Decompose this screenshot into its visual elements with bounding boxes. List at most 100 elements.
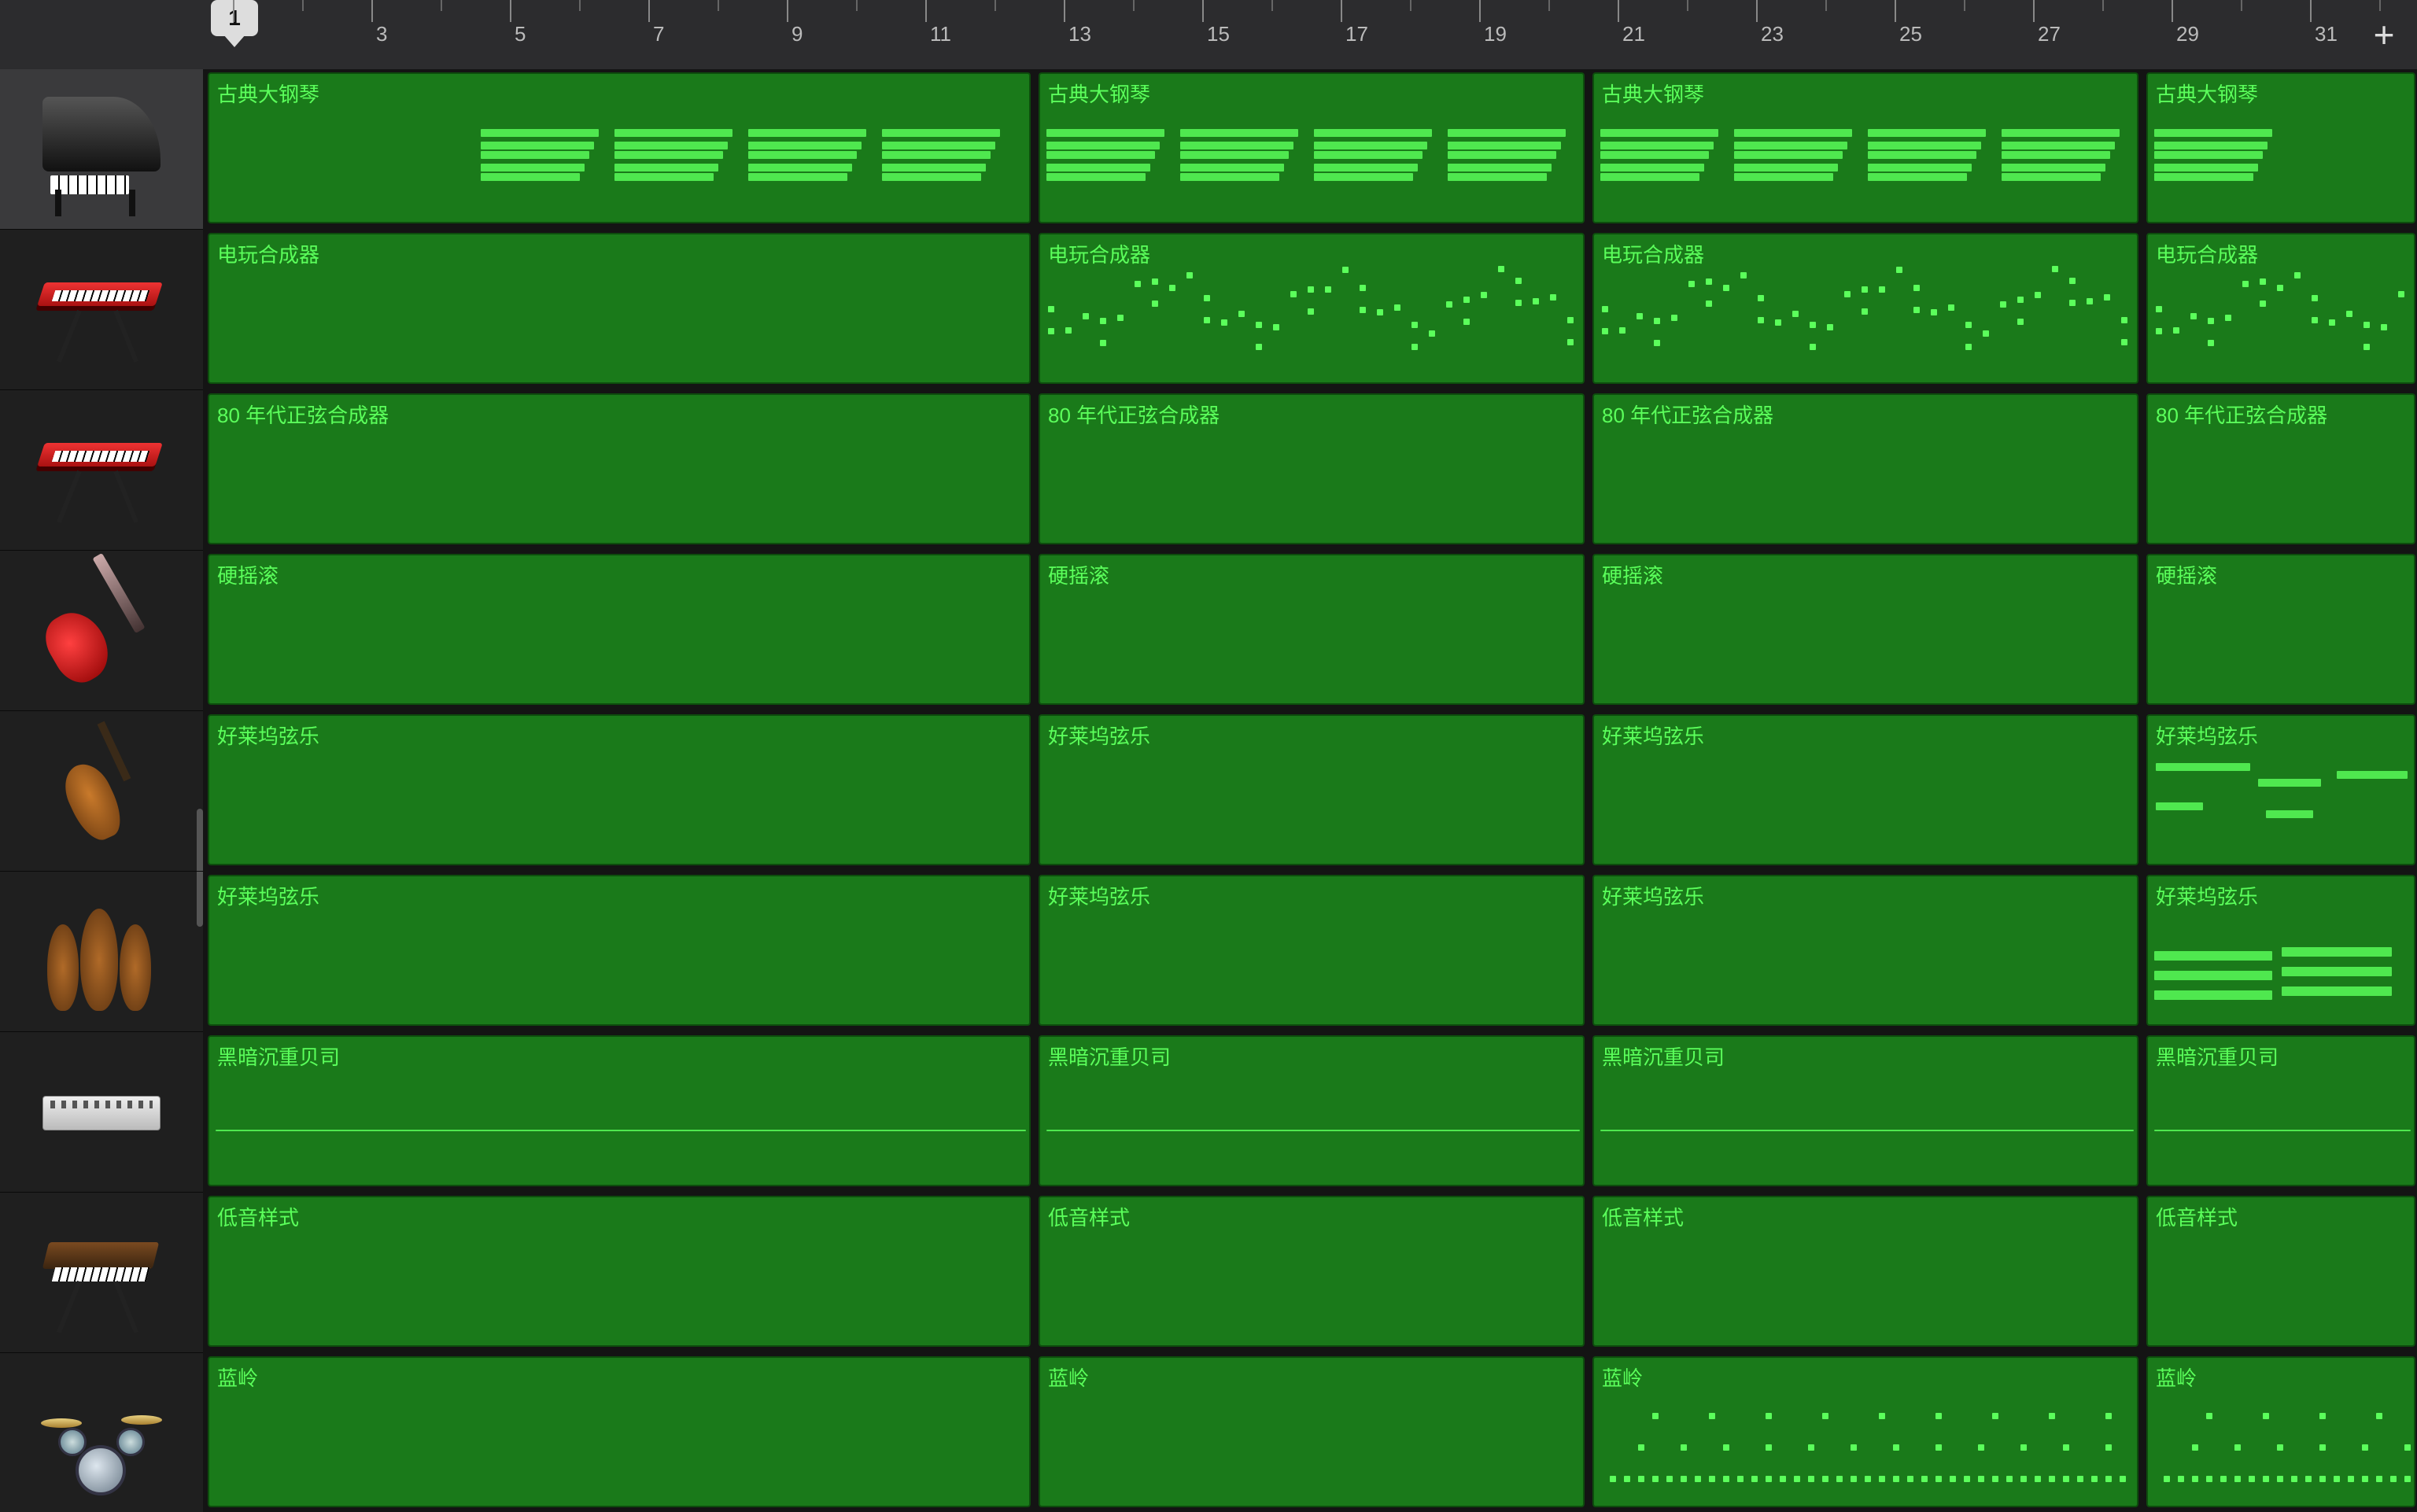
region-title: 好莱坞弦乐 — [1602, 721, 1704, 750]
region-title: 黑暗沉重贝司 — [1602, 1042, 1725, 1071]
region-title: 好莱坞弦乐 — [1048, 721, 1150, 750]
region-title: 低音样式 — [1602, 1202, 1684, 1231]
midi-region[interactable]: 硬摇滚 — [208, 554, 1031, 705]
ruler-bar-number: 25 — [1899, 22, 1922, 46]
region-title: 80 年代正弦合成器 — [1602, 400, 1773, 429]
midi-region[interactable]: 好莱坞弦乐 — [2146, 714, 2415, 865]
region-title: 黑暗沉重贝司 — [217, 1042, 340, 1071]
midi-region[interactable]: 蓝岭 — [1039, 1356, 1585, 1507]
midi-region[interactable]: 古典大钢琴 — [2146, 72, 2415, 223]
track-header[interactable] — [0, 711, 203, 872]
midi-region[interactable]: 蓝岭 — [2146, 1356, 2415, 1507]
midi-region[interactable]: 80 年代正弦合成器 — [208, 393, 1031, 544]
violin-icon — [35, 725, 168, 858]
region-title: 古典大钢琴 — [217, 79, 319, 108]
midi-region[interactable]: 80 年代正弦合成器 — [2146, 393, 2415, 544]
midi-region[interactable]: 好莱坞弦乐 — [1039, 875, 1585, 1026]
track-header[interactable] — [0, 1353, 203, 1512]
synth-module-icon — [35, 1045, 168, 1179]
midi-region[interactable]: 黑暗沉重贝司 — [1592, 1035, 2138, 1186]
track-header[interactable] — [0, 1032, 203, 1193]
region-title: 蓝岭 — [1048, 1363, 1089, 1392]
ruler-bar-number: 21 — [1622, 22, 1645, 46]
ruler-bar-number: 9 — [792, 22, 803, 46]
midi-region[interactable]: 好莱坞弦乐 — [1592, 875, 2138, 1026]
midi-region[interactable]: 低音样式 — [1039, 1196, 1585, 1347]
midi-region[interactable]: 低音样式 — [1592, 1196, 2138, 1347]
track-lane[interactable]: 硬摇滚硬摇滚硬摇滚硬摇滚 — [203, 551, 2417, 708]
region-title: 好莱坞弦乐 — [2156, 721, 2258, 750]
ruler-bar-number: 11 — [930, 22, 951, 46]
track-header[interactable] — [0, 230, 203, 390]
track-header[interactable] — [0, 551, 203, 711]
ruler-bar-number: 15 — [1207, 22, 1230, 46]
track-lane[interactable]: 80 年代正弦合成器 80 年代正弦合成器 80 年代正弦合成器 80 年代正弦合成器 — [203, 390, 2417, 548]
midi-region[interactable]: 好莱坞弦乐 — [1592, 714, 2138, 865]
midi-region[interactable]: 低音样式 — [2146, 1196, 2415, 1347]
track-lane[interactable]: 好莱坞弦乐 好莱坞弦乐 好莱坞弦乐 好莱坞弦乐 — [203, 711, 2417, 868]
region-title: 80 年代正弦合成器 — [217, 400, 389, 429]
region-title: 硬摇滚 — [217, 560, 279, 589]
plus-icon: + — [2374, 14, 2395, 55]
track-lane[interactable]: 古典大钢琴古典大钢琴古典大钢琴古典大钢琴 — [203, 69, 2417, 227]
track-header[interactable] — [0, 872, 203, 1032]
midi-region[interactable]: 好莱坞弦乐 — [208, 875, 1031, 1026]
region-title: 好莱坞弦乐 — [217, 721, 319, 750]
midi-region[interactable]: 硬摇滚 — [2146, 554, 2415, 705]
region-title: 黑暗沉重贝司 — [1048, 1042, 1171, 1071]
region-title: 好莱坞弦乐 — [1048, 881, 1150, 910]
midi-region[interactable]: 80 年代正弦合成器 — [1592, 393, 2138, 544]
region-title: 蓝岭 — [2156, 1363, 2197, 1392]
ruler-bar-number: 19 — [1484, 22, 1507, 46]
region-title: 蓝岭 — [217, 1363, 258, 1392]
midi-region[interactable]: 蓝岭 — [1592, 1356, 2138, 1507]
track-lane[interactable]: 电玩合成器电玩合成器电玩合成器电玩合成器 — [203, 230, 2417, 387]
region-title: 好莱坞弦乐 — [2156, 881, 2258, 910]
track-header[interactable] — [0, 1193, 203, 1353]
midi-region[interactable]: 古典大钢琴 — [1592, 72, 2138, 223]
midi-region[interactable]: 电玩合成器 — [1039, 233, 1585, 384]
arrangement-area[interactable]: 古典大钢琴古典大钢琴古典大钢琴古典大钢琴电玩合成器电玩合成器电玩合成器电玩合成器… — [203, 69, 2417, 1512]
region-title: 古典大钢琴 — [1602, 79, 1704, 108]
midi-region[interactable]: 好莱坞弦乐 — [2146, 875, 2415, 1026]
ruler-bar-number: 29 — [2176, 22, 2199, 46]
timeline-ruler[interactable]: 1 + 35791113151719212325272931 — [0, 0, 2417, 69]
ruler-bar-number: 31 — [2315, 22, 2338, 46]
track-header[interactable] — [0, 69, 203, 230]
midi-region[interactable]: 好莱坞弦乐 — [1039, 714, 1585, 865]
track-header[interactable] — [0, 390, 203, 551]
midi-region[interactable]: 古典大钢琴 — [208, 72, 1031, 223]
midi-region[interactable]: 电玩合成器 — [2146, 233, 2415, 384]
midi-region[interactable]: 硬摇滚 — [1039, 554, 1585, 705]
region-title: 硬摇滚 — [1048, 560, 1109, 589]
midi-region[interactable]: 电玩合成器 — [1592, 233, 2138, 384]
midi-region[interactable]: 硬摇滚 — [1592, 554, 2138, 705]
midi-region[interactable]: 黑暗沉重贝司 — [2146, 1035, 2415, 1186]
region-title: 电玩合成器 — [217, 239, 319, 268]
midi-region[interactable]: 黑暗沉重贝司 — [208, 1035, 1031, 1186]
electric-guitar-icon — [35, 564, 168, 698]
midi-region[interactable]: 古典大钢琴 — [1039, 72, 1585, 223]
midi-region[interactable]: 低音样式 — [208, 1196, 1031, 1347]
track-lane[interactable]: 低音样式低音样式低音样式低音样式 — [203, 1193, 2417, 1350]
track-lane[interactable]: 黑暗沉重贝司 黑暗沉重贝司 黑暗沉重贝司 黑暗沉重贝司 — [203, 1032, 2417, 1189]
region-title: 低音样式 — [217, 1202, 299, 1231]
playhead-marker[interactable]: 1 — [211, 0, 258, 36]
string-section-icon — [35, 885, 168, 1019]
region-title: 低音样式 — [2156, 1202, 2238, 1231]
midi-region[interactable]: 蓝岭 — [208, 1356, 1031, 1507]
ruler-bar-number: 7 — [653, 22, 664, 46]
region-title: 好莱坞弦乐 — [217, 881, 319, 910]
midi-region[interactable]: 电玩合成器 — [208, 233, 1031, 384]
track-lane[interactable]: 蓝岭蓝岭蓝岭蓝岭 — [203, 1353, 2417, 1510]
midi-region[interactable]: 80 年代正弦合成器 — [1039, 393, 1585, 544]
add-track-button[interactable]: + — [2365, 19, 2403, 57]
midi-region[interactable]: 黑暗沉重贝司 — [1039, 1035, 1585, 1186]
region-title: 80 年代正弦合成器 — [2156, 400, 2327, 429]
grand-piano-icon — [35, 83, 168, 216]
track-lane[interactable]: 好莱坞弦乐 好莱坞弦乐 好莱坞弦乐 好莱坞弦乐 — [203, 872, 2417, 1029]
red-keyboard-icon — [35, 243, 168, 377]
midi-region[interactable]: 好莱坞弦乐 — [208, 714, 1031, 865]
region-title: 80 年代正弦合成器 — [1048, 400, 1220, 429]
region-title: 好莱坞弦乐 — [1602, 881, 1704, 910]
